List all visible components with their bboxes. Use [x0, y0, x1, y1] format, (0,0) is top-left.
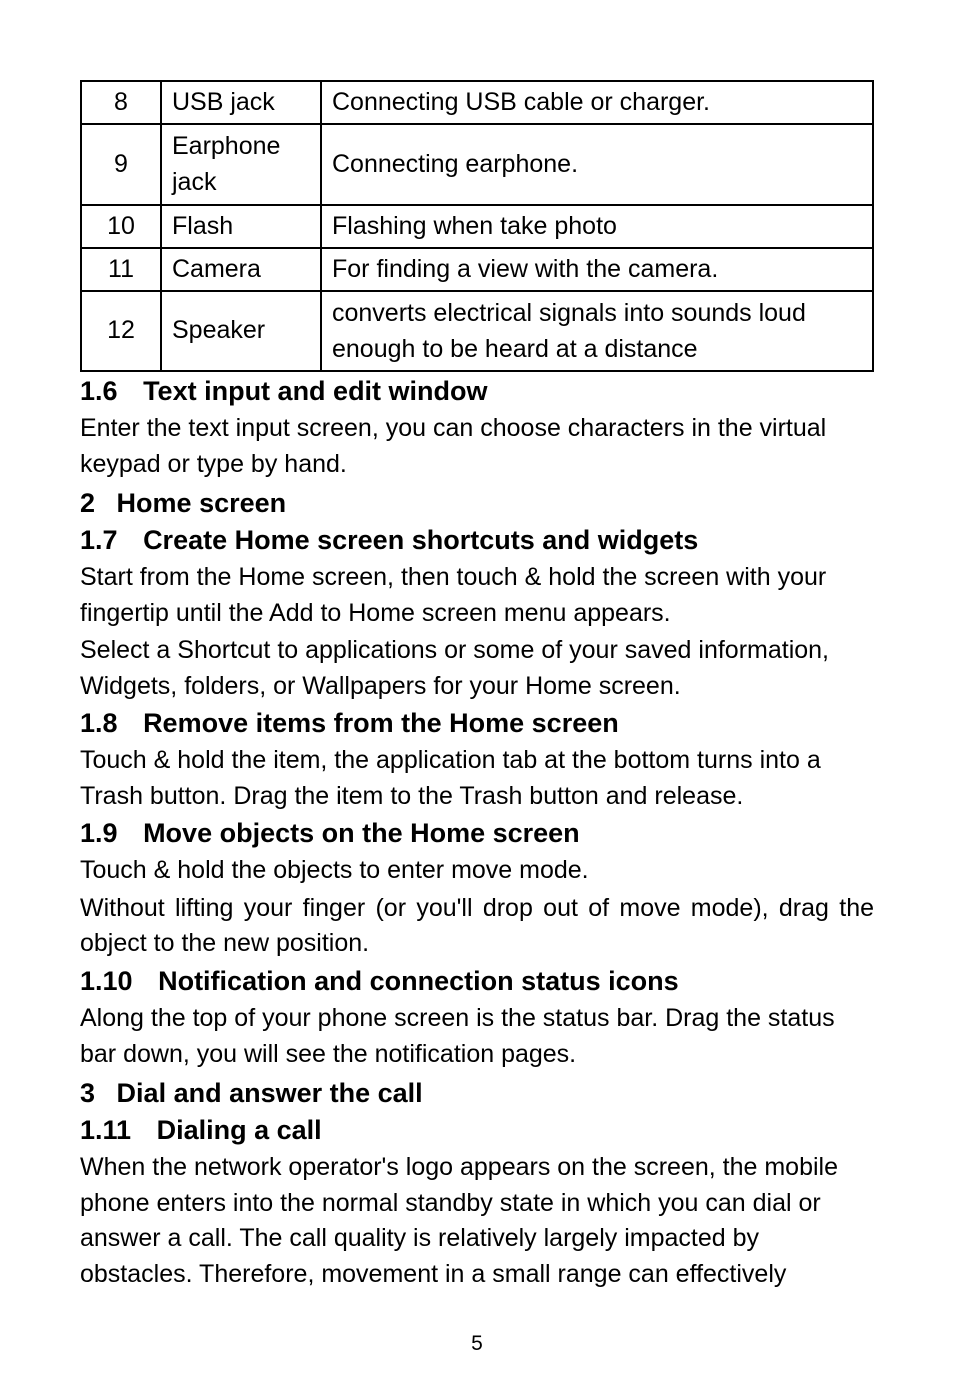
section-heading-1-11: 1.11 Dialing a call	[80, 1113, 874, 1148]
table-row: 11 Camera For finding a view with the ca…	[81, 248, 873, 291]
row-desc: converts electrical signals into sounds …	[321, 291, 873, 372]
section-number: 1.7	[80, 523, 118, 558]
row-desc: Flashing when take photo	[321, 205, 873, 248]
row-number: 8	[81, 81, 161, 124]
table-row: 10 Flash Flashing when take photo	[81, 205, 873, 248]
section-number: 1.10	[80, 964, 133, 999]
section-heading-1-7: 1.7 Create Home screen shortcuts and wid…	[80, 523, 874, 558]
page-number: 5	[80, 1332, 874, 1356]
section-title: Home screen	[117, 488, 287, 518]
section-heading-2: 2 Home screen	[80, 486, 874, 521]
row-number: 9	[81, 124, 161, 205]
section-heading-3: 3 Dial and answer the call	[80, 1076, 874, 1111]
table-row: 9 Earphone jack Connecting earphone.	[81, 124, 873, 205]
section-title: Move objects on the Home screen	[143, 818, 580, 848]
section-number: 2	[80, 486, 95, 521]
section-title: Remove items from the Home screen	[143, 708, 619, 738]
row-desc: Connecting USB cable or charger.	[321, 81, 873, 124]
section-number: 1.9	[80, 816, 118, 851]
section-number: 3	[80, 1076, 95, 1111]
row-label: Earphone jack	[161, 124, 321, 205]
section-body: Touch & hold the objects to enter move m…	[80, 853, 874, 889]
section-heading-1-6: 1.6 Text input and edit window	[80, 374, 874, 409]
table-row: 12 Speaker converts electrical signals i…	[81, 291, 873, 372]
row-number: 11	[81, 248, 161, 291]
components-table: 8 USB jack Connecting USB cable or charg…	[80, 80, 874, 372]
section-title: Notification and connection status icons	[158, 966, 679, 996]
row-label: USB jack	[161, 81, 321, 124]
section-title: Create Home screen shortcuts and widgets	[143, 525, 698, 555]
row-number: 12	[81, 291, 161, 372]
row-label: Speaker	[161, 291, 321, 372]
row-number: 10	[81, 205, 161, 248]
section-number: 1.6	[80, 374, 118, 409]
row-label: Camera	[161, 248, 321, 291]
row-desc: For finding a view with the camera.	[321, 248, 873, 291]
section-title: Dial and answer the call	[117, 1078, 423, 1108]
section-heading-1-10: 1.10 Notification and connection status …	[80, 964, 874, 999]
section-body: When the network operator's logo appears…	[80, 1150, 874, 1292]
row-desc: Connecting earphone.	[321, 124, 873, 205]
section-body: Start from the Home screen, then touch &…	[80, 560, 874, 631]
section-body: Touch & hold the item, the application t…	[80, 743, 874, 814]
section-title: Text input and edit window	[143, 376, 487, 406]
document-page: 8 USB jack Connecting USB cable or charg…	[0, 0, 954, 1396]
section-heading-1-9: 1.9 Move objects on the Home screen	[80, 816, 874, 851]
section-number: 1.11	[80, 1113, 131, 1148]
section-heading-1-8: 1.8 Remove items from the Home screen	[80, 706, 874, 741]
section-title: Dialing a call	[157, 1115, 322, 1145]
section-number: 1.8	[80, 706, 118, 741]
row-label: Flash	[161, 205, 321, 248]
table-row: 8 USB jack Connecting USB cable or charg…	[81, 81, 873, 124]
section-body: Enter the text input screen, you can cho…	[80, 411, 874, 482]
section-body: Select a Shortcut to applications or som…	[80, 633, 874, 704]
section-body: Without lifting your finger (or you'll d…	[80, 891, 874, 962]
section-body: Along the top of your phone screen is th…	[80, 1001, 874, 1072]
